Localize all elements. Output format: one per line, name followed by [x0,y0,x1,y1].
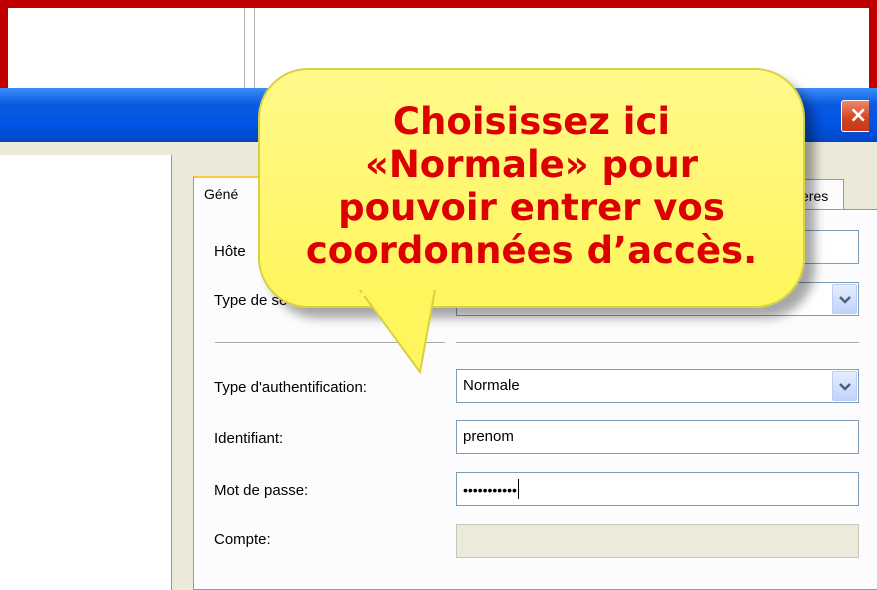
account-label: Compte: [214,531,271,548]
auth-type-select[interactable]: Normale [456,369,859,403]
identifier-input[interactable]: prenom [456,420,859,454]
callout-pointer [358,290,437,375]
password-input[interactable]: ••••••••••• [456,472,859,506]
chevron-down-icon [839,383,851,391]
identifier-label: Identifiant: [214,430,284,447]
close-icon: × [849,103,868,128]
host-label: Hôte [214,243,246,260]
auth-type-dropdown-button[interactable] [832,371,857,401]
auth-type-value: Normale [463,377,520,394]
server-type-dropdown-button[interactable] [832,284,857,314]
background-divider [244,8,245,98]
password-label: Mot de passe: [214,482,309,499]
callout-line: «Normale» pour [364,143,699,186]
chevron-down-icon [839,296,851,304]
callout-line: pouvoir entrer vos [338,186,725,229]
close-button[interactable]: × [841,100,869,132]
background-divider [254,8,255,98]
account-input [456,524,859,558]
site-list-panel[interactable] [0,155,172,590]
callout-text: Choisissez ici «Normale» pour pouvoir en… [258,100,805,272]
separator-right [456,342,859,344]
text-caret [517,479,519,499]
callout-line: coordonnées d’accès. [305,229,758,272]
callout-line: Choisissez ici [392,100,671,143]
password-value: ••••••••••• [463,482,517,498]
